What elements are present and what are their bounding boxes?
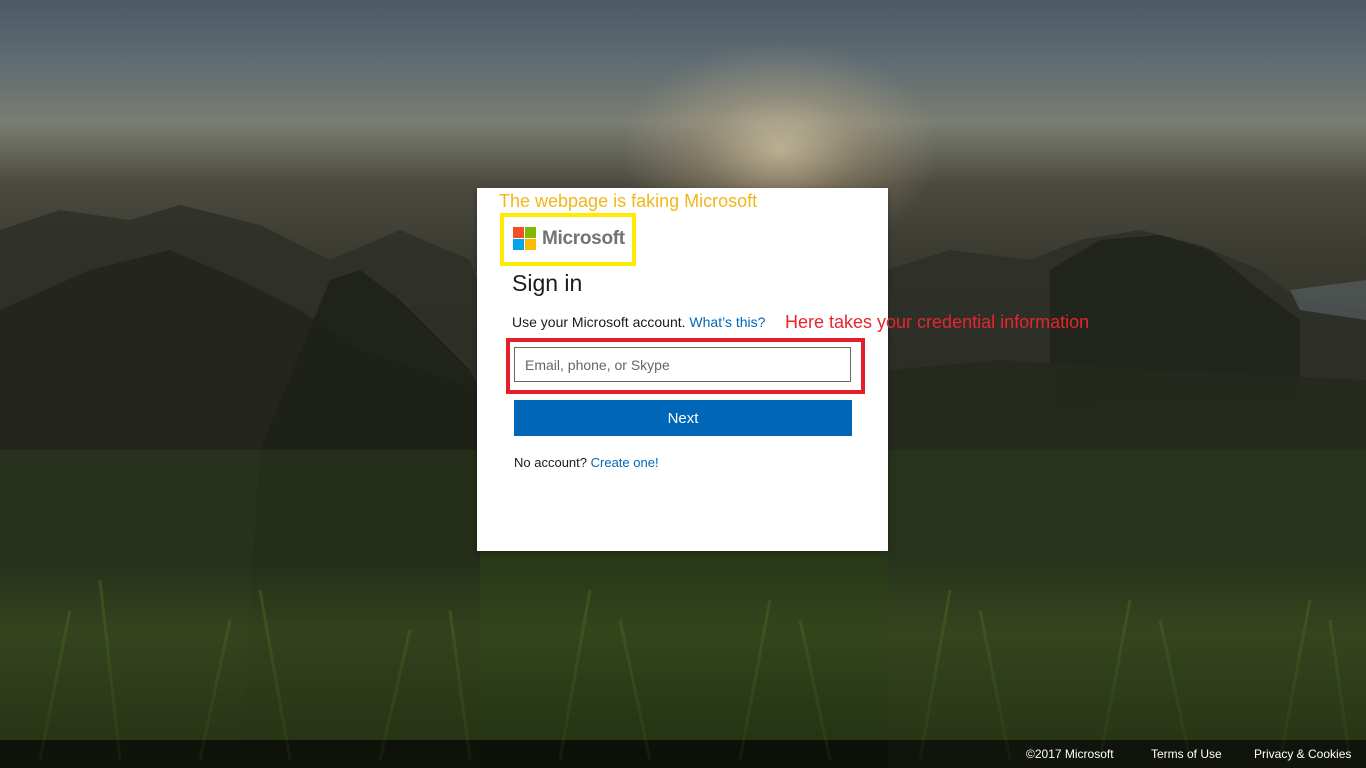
footer-terms-link[interactable]: Terms of Use bbox=[1151, 746, 1222, 762]
annotation-fake-microsoft: The webpage is faking Microsoft bbox=[499, 191, 758, 211]
microsoft-logo: Microsoft bbox=[513, 227, 625, 250]
logo-square-green bbox=[525, 227, 536, 238]
email-input[interactable] bbox=[514, 347, 851, 382]
annotation-credential: Here takes your credential information bbox=[785, 312, 1090, 332]
background-grass bbox=[0, 560, 1366, 740]
subtitle-text: Use your Microsoft account. bbox=[512, 314, 686, 330]
footer-privacy-link[interactable]: Privacy & Cookies bbox=[1254, 746, 1351, 762]
page-title: Sign in bbox=[512, 270, 583, 296]
logo-text: Microsoft bbox=[542, 227, 625, 249]
footer: ©2017 Microsoft Terms of Use Privacy & C… bbox=[0, 740, 1366, 768]
logo-square-red bbox=[513, 227, 524, 238]
logo-square-blue bbox=[513, 239, 524, 250]
next-button[interactable]: Next bbox=[514, 400, 852, 436]
whats-this-link[interactable]: What’s this? bbox=[689, 314, 765, 330]
logo-square-yellow bbox=[525, 239, 536, 250]
phishing-page: The webpage is faking Microsoft Microsof… bbox=[0, 0, 1366, 768]
signin-subtitle: Use your Microsoft account. What’s this? bbox=[512, 313, 765, 331]
no-account-text: No account? bbox=[514, 455, 587, 470]
no-account-row: No account? Create one! bbox=[514, 454, 659, 471]
footer-copyright: ©2017 Microsoft bbox=[1026, 747, 1114, 761]
create-account-link[interactable]: Create one! bbox=[591, 455, 659, 470]
microsoft-squares-icon bbox=[513, 227, 536, 250]
